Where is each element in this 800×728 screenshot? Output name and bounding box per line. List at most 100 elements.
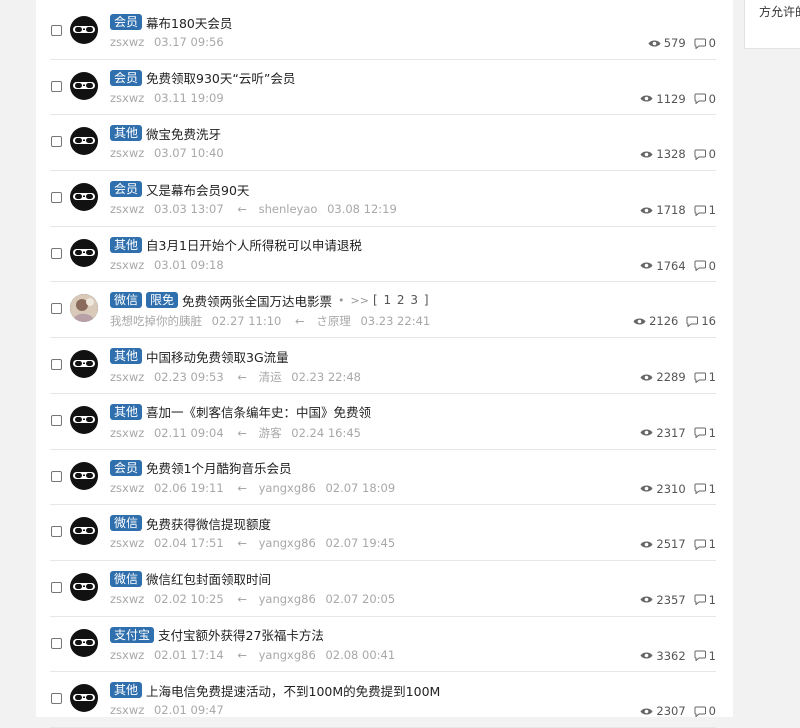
select-checkbox[interactable] (51, 414, 62, 426)
eye-icon (640, 262, 653, 269)
last-reply-user[interactable]: 游客 (259, 426, 282, 440)
last-reply-time: 02.07 18:09 (325, 480, 396, 495)
category-tag[interactable]: 微信 (110, 515, 143, 532)
author-name[interactable]: zsxwz (110, 426, 144, 440)
author-name[interactable]: zsxwz (110, 481, 144, 495)
topic-title[interactable]: 幕布180天会员 (146, 13, 232, 32)
avatar[interactable] (70, 127, 98, 156)
last-reply-user[interactable]: yangxg86 (259, 592, 316, 606)
category-tag[interactable]: 会员 (110, 14, 143, 30)
select-checkbox[interactable] (51, 581, 62, 593)
category-tag-secondary[interactable]: 限免 (146, 292, 179, 309)
topic-row: 会员 又是幕布会员90天 zsxwz 03.03 13:07 ← shenley… (50, 171, 716, 227)
avatar[interactable] (70, 16, 98, 44)
author-name[interactable]: zsxwz (110, 703, 144, 717)
title-line: 会员 免费领1个月酷狗音乐会员 (110, 459, 291, 477)
avatar[interactable] (70, 71, 98, 100)
category-tag[interactable]: 其他 (110, 125, 143, 142)
author-name[interactable]: zsxwz (110, 258, 144, 272)
topic-title[interactable]: 免费领1个月酷狗音乐会员 (146, 458, 291, 477)
last-reply-user[interactable]: yangxg86 (259, 536, 316, 550)
last-reply-user[interactable]: さ原理 (316, 314, 351, 328)
avatar[interactable] (70, 238, 98, 267)
topic-stats: 3362 1 (640, 649, 716, 663)
category-tag[interactable]: 微信 (110, 570, 143, 587)
last-reply-user[interactable]: shenleyao (259, 202, 318, 216)
avatar[interactable] (70, 461, 98, 490)
topic-row: 其他 微宝免费洗牙 zsxwz 03.07 10:40 1328 0 (50, 115, 716, 172)
category-tag[interactable]: 微信 (110, 292, 143, 309)
category-tag[interactable]: 其他 (110, 682, 143, 699)
author-name[interactable]: zsxwz (110, 536, 144, 550)
last-reply-user[interactable]: yangxg86 (259, 648, 316, 662)
comment-icon (694, 427, 706, 439)
replies-count: 0 (708, 258, 716, 273)
sidebar-box: 方允许的 (744, 0, 800, 49)
select-checkbox[interactable] (51, 192, 62, 204)
views-count: 2310 (656, 481, 686, 496)
select-checkbox[interactable] (51, 359, 62, 371)
post-time: 03.17 09:56 (153, 35, 224, 49)
category-tag[interactable]: 其他 (110, 348, 143, 365)
avatar[interactable] (70, 517, 98, 546)
avatar[interactable] (70, 350, 98, 379)
author-name[interactable]: zsxwz (110, 592, 144, 606)
select-checkbox[interactable] (51, 136, 62, 148)
author-name[interactable]: zsxwz (110, 370, 144, 384)
avatar[interactable] (70, 572, 98, 601)
views-count: 579 (663, 36, 686, 50)
avatar[interactable] (70, 294, 98, 323)
select-checkbox[interactable] (51, 25, 62, 36)
category-tag[interactable]: 会员 (110, 459, 143, 476)
topic-title[interactable]: 上海电信免费提速活动，不到100M的免费提到100M (146, 681, 440, 700)
author-name[interactable]: zsxwz (110, 648, 144, 662)
category-tag[interactable]: 会员 (110, 69, 143, 86)
author-name[interactable]: zsxwz (110, 91, 144, 105)
topic-title[interactable]: 自3月1日开始个人所得税可以申请退税 (146, 235, 362, 254)
meta-line: zsxwz 03.11 19:09 (110, 91, 224, 105)
post-time: 02.01 17:14 (153, 647, 224, 662)
topic-title[interactable]: 中国移动免费领取3G流量 (146, 347, 289, 366)
select-checkbox[interactable] (51, 637, 62, 649)
author-name[interactable]: zsxwz (110, 35, 144, 49)
topic-title[interactable]: 喜加一《刺客信条编年史：中国》免费领 (146, 402, 371, 421)
last-reply-time: 02.24 16:45 (291, 425, 361, 440)
views-count: 3362 (656, 648, 686, 663)
meta-line: zsxwz 02.01 17:14 ← yangxg86 02.08 00:41 (110, 648, 395, 662)
title-line: 会员 免费领取930天“云听”会员 (110, 69, 295, 87)
last-reply-user[interactable]: 清运 (259, 370, 282, 384)
topic-title[interactable]: 支付宝额外获得27张福卡方法 (158, 625, 324, 644)
topic-title[interactable]: 免费领两张全国万达电影票 (182, 291, 332, 310)
views-count: 2517 (656, 537, 686, 552)
topic-title[interactable]: 微信红包封面领取时间 (146, 569, 271, 588)
category-tag[interactable]: 会员 (110, 181, 143, 198)
eye-icon (640, 429, 653, 436)
avatar[interactable] (70, 405, 98, 434)
last-reply-arrow: ← (237, 647, 247, 662)
author-name[interactable]: 我想吃掉你的胰脏 (110, 314, 202, 328)
category-tag[interactable]: 支付宝 (110, 626, 155, 643)
topic-title[interactable]: 微宝免费洗牙 (146, 124, 221, 143)
avatar[interactable] (70, 684, 98, 713)
last-reply-user[interactable]: yangxg86 (259, 481, 316, 495)
select-checkbox[interactable] (51, 470, 62, 482)
avatar[interactable] (70, 628, 98, 657)
topic-title[interactable]: 免费获得微信提现额度 (146, 514, 271, 533)
title-line: 其他 上海电信免费提速活动，不到100M的免费提到100M (110, 681, 440, 699)
author-name[interactable]: zsxwz (110, 202, 144, 216)
comment-icon (694, 38, 706, 49)
topic-title[interactable]: 又是幕布会员90天 (146, 180, 249, 199)
last-reply-time: 03.23 22:41 (360, 314, 431, 329)
topic-title[interactable]: 免费领取930天“云听”会员 (146, 68, 295, 87)
pagination-links[interactable]: [ 1 2 3 ] (373, 293, 430, 307)
select-checkbox[interactable] (51, 247, 62, 259)
avatar[interactable] (70, 183, 98, 212)
author-name[interactable]: zsxwz (110, 146, 144, 160)
select-checkbox[interactable] (51, 80, 62, 92)
post-time: 02.02 10:25 (153, 591, 224, 606)
select-checkbox[interactable] (51, 526, 62, 538)
select-checkbox[interactable] (51, 693, 62, 705)
category-tag[interactable]: 其他 (110, 236, 143, 253)
select-checkbox[interactable] (51, 303, 62, 315)
category-tag[interactable]: 其他 (110, 403, 143, 420)
